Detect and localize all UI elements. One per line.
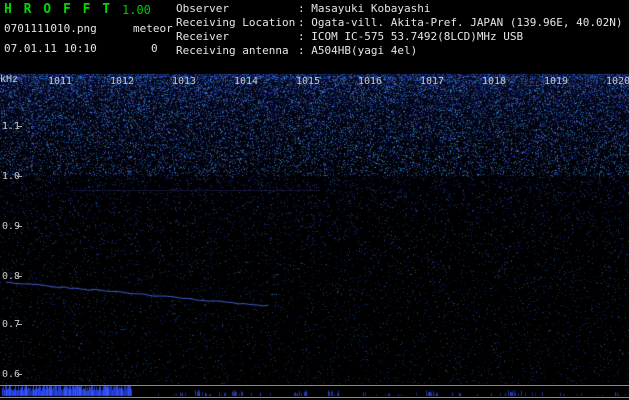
- y-tick-mark: [17, 176, 22, 177]
- y-tick-mark: [17, 374, 22, 375]
- x-tick-label: 1016: [357, 76, 383, 87]
- info-row-observer: Observer: Masayuki Kobayashi: [176, 2, 623, 16]
- header: H R O F F T 1.00 0701111010.png meteor 0…: [0, 0, 629, 70]
- y-tick-mark: [17, 226, 22, 227]
- x-tick-label: 1013: [171, 76, 197, 87]
- strip-divider-bottom: [0, 397, 629, 398]
- timestamp: 07.01.11 10:10: [4, 42, 97, 55]
- y-tick-mark: [17, 276, 22, 277]
- x-tick-label: 1019: [543, 76, 569, 87]
- x-tick-label: 1012: [109, 76, 135, 87]
- strip-divider-top: [0, 385, 629, 386]
- x-tick-label: 1015: [295, 76, 321, 87]
- info-colon: :: [298, 2, 312, 15]
- hrofft-screen: H R O F F T 1.00 0701111010.png meteor 0…: [0, 0, 629, 400]
- x-tick-label: 1017: [419, 76, 445, 87]
- info-label: Receiving Location: [176, 16, 296, 29]
- x-tick-label: 1014: [233, 76, 259, 87]
- info-label: Receiver: [176, 30, 229, 43]
- meteor-label: meteor: [133, 22, 173, 35]
- x-tick-label: 1011: [47, 76, 73, 87]
- info-value: Masayuki Kobayashi: [311, 2, 431, 15]
- info-row-antenna: Receiving antenna: A504HB(yagi 4el): [176, 44, 623, 58]
- info-label: Observer: [176, 2, 229, 15]
- x-tick-label: 1018: [481, 76, 507, 87]
- info-label: Receiving antenna: [176, 44, 289, 57]
- info-value: ICOM IC-575 53.7492(8LCD)MHz USB: [311, 30, 524, 43]
- x-tick-label: 1020: [605, 76, 629, 87]
- info-value: A504HB(yagi 4el): [311, 44, 418, 57]
- info-colon: :: [298, 16, 312, 29]
- app-version: 1.00: [122, 3, 151, 17]
- y-tick-mark: [17, 126, 22, 127]
- info-row-receiver: Receiver: ICOM IC-575 53.7492(8LCD)MHz U…: [176, 30, 623, 44]
- y-axis-unit: kHz: [0, 74, 19, 85]
- info-colon: :: [298, 30, 312, 43]
- app-title: H R O F F T: [4, 2, 113, 17]
- info-value: Ogata-vill. Akita-Pref. JAPAN (139.96E, …: [311, 16, 623, 29]
- info-row-location: Receiving Location: Ogata-vill. Akita-Pr…: [176, 16, 623, 30]
- filename: 0701111010.png: [4, 22, 97, 35]
- info-colon: :: [298, 44, 312, 57]
- station-info: Observer: Masayuki Kobayashi Receiving L…: [176, 2, 623, 58]
- y-tick-mark: [17, 324, 22, 325]
- meteor-count: 0: [151, 42, 158, 55]
